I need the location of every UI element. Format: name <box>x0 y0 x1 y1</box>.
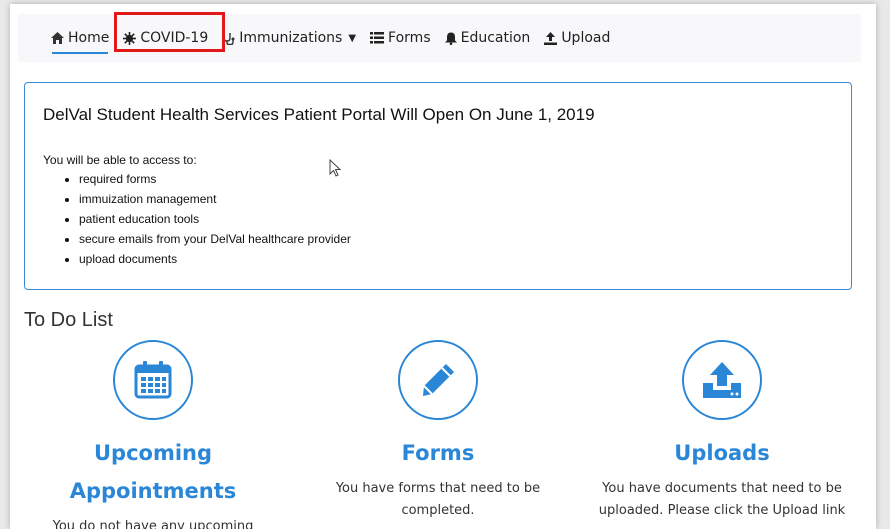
nav-forms-label: Forms <box>388 30 431 46</box>
nav-covid-label: COVID-19 <box>140 30 209 46</box>
list-item: upload documents <box>79 249 351 269</box>
nav-forms[interactable]: Forms <box>363 14 438 62</box>
portal-page: Home COVID-19 Immunizations ▼ Forms Educ… <box>10 4 876 529</box>
announcement-title: DelVal Student Health Services Patient P… <box>43 105 595 124</box>
top-navbar: Home COVID-19 Immunizations ▼ Forms Educ… <box>18 14 861 62</box>
virus-icon <box>123 31 137 45</box>
list-item: patient education tools <box>79 209 351 229</box>
list-item: required forms <box>79 169 351 189</box>
caret-down-icon: ▼ <box>348 32 357 44</box>
upload-icon <box>544 31 558 45</box>
card-title: Forms <box>401 441 475 465</box>
list-icon <box>370 32 385 44</box>
nav-immunizations[interactable]: Immunizations ▼ <box>215 14 363 62</box>
card-uploads[interactable]: Uploads You have documents that need to … <box>592 340 852 522</box>
nav-education-label: Education <box>460 30 531 46</box>
mouse-cursor-icon <box>329 158 342 182</box>
nav-upload-label: Upload <box>561 30 611 46</box>
nav-education[interactable]: Education <box>438 14 538 62</box>
feature-list: required forms immuization management pa… <box>63 169 351 269</box>
nav-home[interactable]: Home <box>44 14 116 62</box>
nav-home-label: Home <box>68 30 110 46</box>
card-title: Upcoming Appointments <box>69 441 237 503</box>
nav-immunizations-label: Immunizations <box>239 30 343 46</box>
stethoscope-icon <box>222 32 235 45</box>
card-text: You do not have any upcoming <box>52 519 254 529</box>
calendar-icon <box>113 340 193 420</box>
home-icon <box>51 32 64 44</box>
card-appointments[interactable]: Upcoming Appointments You do not have an… <box>23 340 283 529</box>
list-item: secure emails from your DelVal healthcar… <box>79 229 351 249</box>
card-text: You have documents that need to be uploa… <box>598 481 846 518</box>
bell-icon <box>444 32 457 45</box>
card-forms[interactable]: Forms You have forms that need to be com… <box>308 340 568 522</box>
announcement-intro: You will be able to access to: <box>43 153 197 167</box>
nav-upload[interactable]: Upload <box>537 14 617 62</box>
announcement-box: DelVal Student Health Services Patient P… <box>24 82 852 290</box>
card-title: Uploads <box>674 441 770 465</box>
nav-covid[interactable]: COVID-19 <box>116 14 215 62</box>
list-item: immuization management <box>79 189 351 209</box>
pencil-icon <box>398 340 478 420</box>
todo-list-heading: To Do List <box>24 309 113 331</box>
card-text: You have forms that need to be completed… <box>335 481 541 518</box>
upload-tray-icon <box>682 340 762 420</box>
